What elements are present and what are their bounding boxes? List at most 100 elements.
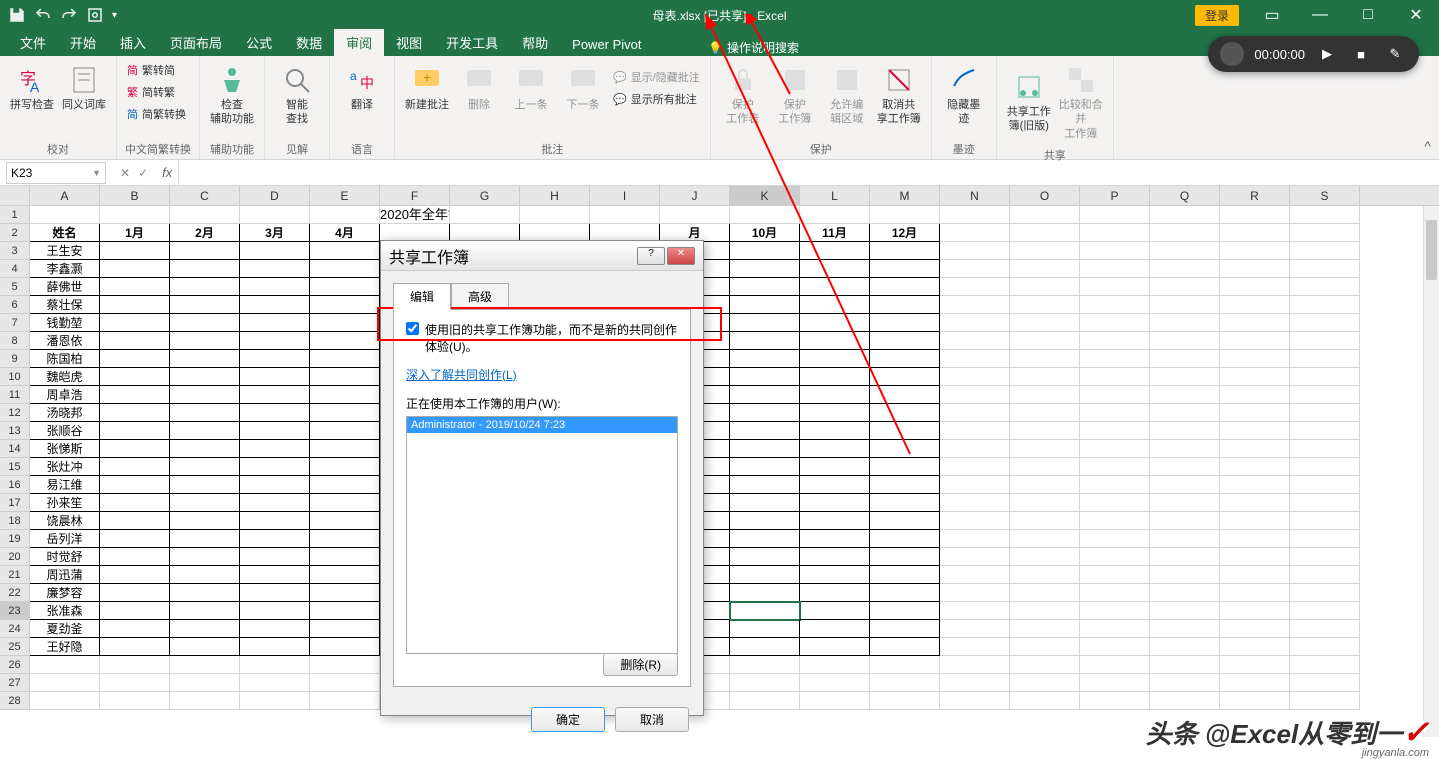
row-header[interactable]: 3: [0, 242, 30, 260]
cell[interactable]: [240, 440, 310, 458]
col-header[interactable]: D: [240, 186, 310, 205]
cell[interactable]: [1080, 674, 1150, 692]
row-header[interactable]: 22: [0, 584, 30, 602]
dialog-tab-advanced[interactable]: 高级: [451, 283, 509, 310]
row-header[interactable]: 24: [0, 620, 30, 638]
cell[interactable]: 2020年全年销量预测表: [380, 206, 450, 224]
login-button[interactable]: 登录: [1195, 5, 1239, 26]
cell[interactable]: [1290, 584, 1360, 602]
cell[interactable]: [1080, 638, 1150, 656]
cell[interactable]: [1150, 296, 1220, 314]
cell[interactable]: [730, 242, 800, 260]
cell[interactable]: [1010, 404, 1080, 422]
cell[interactable]: [940, 476, 1010, 494]
cell[interactable]: [1290, 404, 1360, 422]
cell[interactable]: [1220, 440, 1290, 458]
cell[interactable]: [310, 440, 380, 458]
cell[interactable]: [870, 440, 940, 458]
col-header[interactable]: K: [730, 186, 800, 205]
cell[interactable]: [240, 656, 310, 674]
cell[interactable]: [1080, 440, 1150, 458]
cell[interactable]: [940, 674, 1010, 692]
cell[interactable]: [170, 638, 240, 656]
cell[interactable]: [1080, 350, 1150, 368]
cell[interactable]: [730, 620, 800, 638]
cell[interactable]: [1150, 404, 1220, 422]
cell[interactable]: [1220, 296, 1290, 314]
cell[interactable]: [1080, 206, 1150, 224]
cell[interactable]: [800, 638, 870, 656]
cell[interactable]: [1010, 638, 1080, 656]
cell[interactable]: [1080, 404, 1150, 422]
cell[interactable]: [940, 458, 1010, 476]
row-header[interactable]: 18: [0, 512, 30, 530]
cell[interactable]: [100, 566, 170, 584]
cell[interactable]: [1150, 242, 1220, 260]
cell[interactable]: [240, 278, 310, 296]
conv-button[interactable]: 简简繁转换: [125, 104, 191, 124]
cell[interactable]: [1150, 530, 1220, 548]
cell[interactable]: [310, 260, 380, 278]
name-box[interactable]: K23▼: [6, 162, 106, 184]
hide-ink-button[interactable]: 隐藏墨 迹: [940, 60, 988, 131]
cell[interactable]: [100, 386, 170, 404]
cell[interactable]: [1220, 548, 1290, 566]
cell[interactable]: [1080, 566, 1150, 584]
cell[interactable]: [870, 692, 940, 710]
tab-pivot[interactable]: Power Pivot: [560, 33, 653, 56]
cell[interactable]: [1290, 206, 1360, 224]
cell[interactable]: [1220, 368, 1290, 386]
cell[interactable]: [1220, 260, 1290, 278]
dialog-help-icon[interactable]: ?: [637, 247, 665, 265]
cell[interactable]: [940, 224, 1010, 242]
cell[interactable]: [1150, 440, 1220, 458]
cell[interactable]: [1220, 386, 1290, 404]
cell[interactable]: [1010, 206, 1080, 224]
cell[interactable]: 王好隐: [30, 638, 100, 656]
cell[interactable]: [800, 350, 870, 368]
cell[interactable]: [100, 548, 170, 566]
cell[interactable]: [870, 602, 940, 620]
cell[interactable]: [100, 260, 170, 278]
cell[interactable]: [1290, 422, 1360, 440]
row-header[interactable]: 4: [0, 260, 30, 278]
cell[interactable]: [940, 602, 1010, 620]
cell[interactable]: 张顺谷: [30, 422, 100, 440]
cell[interactable]: [730, 566, 800, 584]
cell[interactable]: [1290, 674, 1360, 692]
cell[interactable]: [1150, 260, 1220, 278]
cell[interactable]: 2月: [170, 224, 240, 242]
cell[interactable]: [940, 368, 1010, 386]
undo-icon[interactable]: [34, 6, 52, 24]
cell[interactable]: [310, 692, 380, 710]
cell[interactable]: [1080, 512, 1150, 530]
translate-button[interactable]: a中翻译: [338, 60, 386, 116]
col-header[interactable]: A: [30, 186, 100, 205]
cell[interactable]: 1月: [100, 224, 170, 242]
cell[interactable]: 廉梦容: [30, 584, 100, 602]
cell[interactable]: [1290, 638, 1360, 656]
cell[interactable]: 夏劲釜: [30, 620, 100, 638]
cell[interactable]: [800, 260, 870, 278]
cell[interactable]: [240, 548, 310, 566]
cell[interactable]: 岳列洋: [30, 530, 100, 548]
ok-button[interactable]: 确定: [531, 707, 605, 732]
cell[interactable]: [240, 512, 310, 530]
cell[interactable]: [870, 296, 940, 314]
cell[interactable]: [730, 656, 800, 674]
fx-icon[interactable]: fx: [156, 165, 178, 180]
cell[interactable]: [1010, 674, 1080, 692]
cell[interactable]: [310, 422, 380, 440]
tab-dev[interactable]: 开发工具: [434, 29, 510, 56]
cell[interactable]: [800, 656, 870, 674]
cell[interactable]: [800, 602, 870, 620]
cell[interactable]: [800, 314, 870, 332]
cell[interactable]: 孙来笙: [30, 494, 100, 512]
cell[interactable]: [310, 332, 380, 350]
row-header[interactable]: 26: [0, 656, 30, 674]
cell[interactable]: [800, 440, 870, 458]
unshare-button[interactable]: 取消共 享工作簿: [875, 60, 923, 131]
cell[interactable]: [100, 314, 170, 332]
cell[interactable]: [730, 512, 800, 530]
cell[interactable]: [730, 314, 800, 332]
